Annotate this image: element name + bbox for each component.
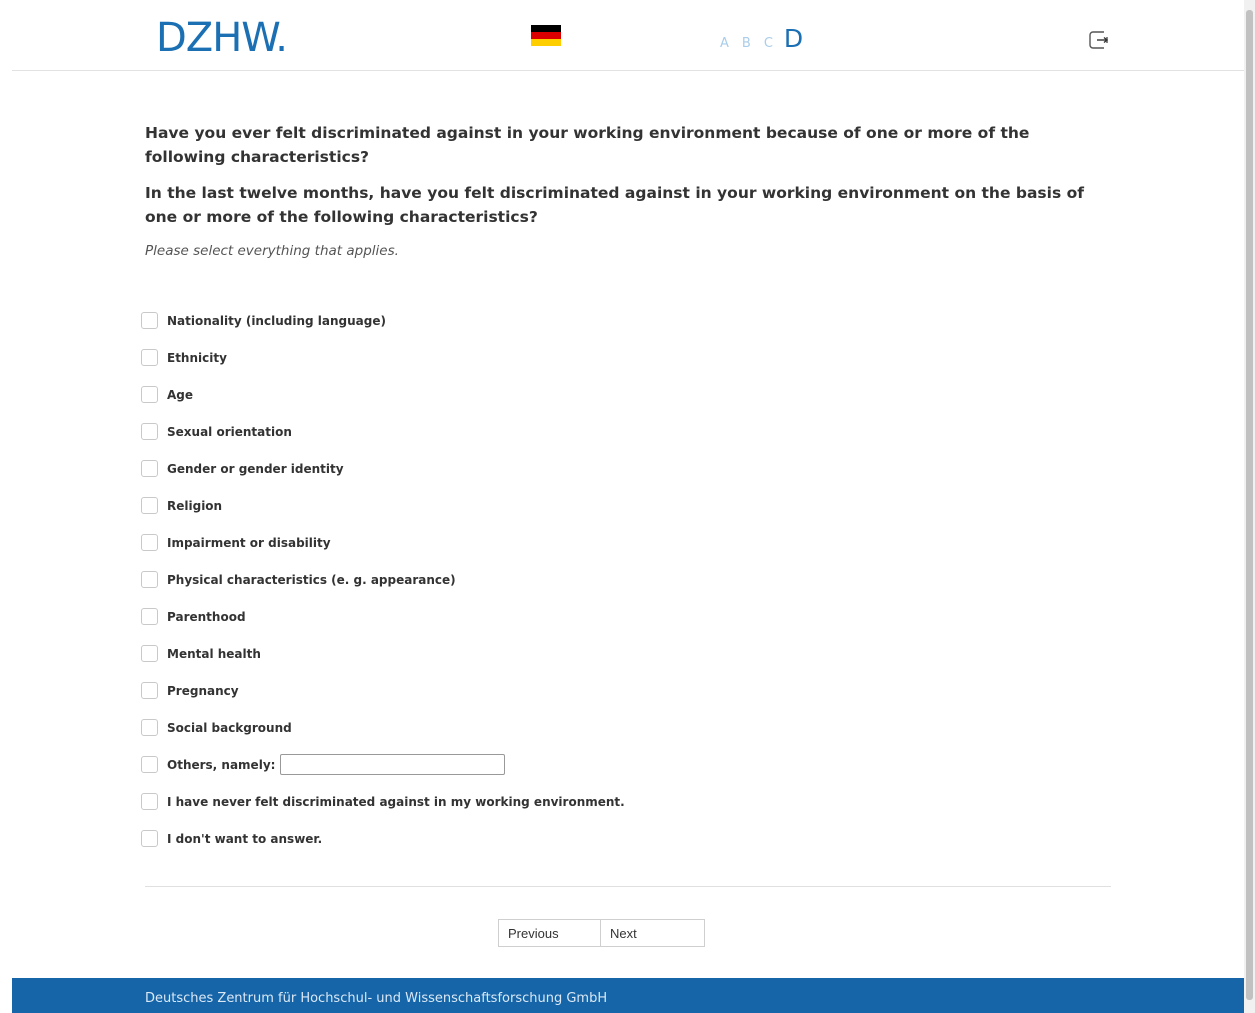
survey-page: DZHW. A B C D Have you ever felt discrim… bbox=[0, 0, 1255, 1013]
checkbox[interactable] bbox=[141, 534, 158, 551]
dzhw-logo[interactable]: DZHW. bbox=[156, 14, 288, 62]
option-never-discriminated[interactable]: I have never felt discriminated against … bbox=[141, 783, 625, 820]
footer-text: Deutsches Zentrum für Hochschul- und Wis… bbox=[145, 991, 608, 1006]
option-parenthood[interactable]: Parenthood bbox=[141, 598, 625, 635]
font-size-b[interactable]: B bbox=[742, 36, 751, 51]
option-pregnancy[interactable]: Pregnancy bbox=[141, 672, 625, 709]
header: DZHW. A B C D bbox=[12, 0, 1244, 71]
previous-button[interactable]: Previous bbox=[498, 919, 601, 947]
german-flag-icon[interactable] bbox=[531, 25, 561, 46]
checkbox[interactable] bbox=[141, 571, 158, 588]
font-size-selector: A B C D bbox=[720, 24, 803, 53]
option-label: Pregnancy bbox=[167, 683, 239, 698]
font-size-c[interactable]: C bbox=[764, 36, 773, 51]
answer-options: Nationality (including language) Ethnici… bbox=[141, 302, 625, 857]
checkbox[interactable] bbox=[141, 682, 158, 699]
option-label: Others, namely: bbox=[167, 757, 276, 772]
option-label: Social background bbox=[167, 720, 292, 735]
checkbox[interactable] bbox=[141, 312, 158, 329]
option-others[interactable]: Others, namely: bbox=[141, 746, 625, 783]
checkbox[interactable] bbox=[141, 460, 158, 477]
option-label: Nationality (including language) bbox=[167, 313, 386, 328]
checkbox[interactable] bbox=[141, 719, 158, 736]
option-gender[interactable]: Gender or gender identity bbox=[141, 450, 625, 487]
option-label: Physical characteristics (e. g. appearan… bbox=[167, 572, 456, 587]
option-label: Age bbox=[167, 387, 194, 402]
scrollbar-thumb[interactable] bbox=[1246, 10, 1253, 1000]
option-mental-health[interactable]: Mental health bbox=[141, 635, 625, 672]
option-age[interactable]: Age bbox=[141, 376, 625, 413]
scrollbar[interactable] bbox=[1244, 0, 1255, 1013]
question-instruction: Please select everything that applies. bbox=[145, 243, 399, 259]
checkbox[interactable] bbox=[141, 608, 158, 625]
divider bbox=[145, 886, 1111, 887]
option-ethnicity[interactable]: Ethnicity bbox=[141, 339, 625, 376]
checkbox[interactable] bbox=[141, 497, 158, 514]
option-label: Parenthood bbox=[167, 609, 246, 624]
option-label: Ethnicity bbox=[167, 350, 227, 365]
option-label: I have never felt discriminated against … bbox=[167, 794, 625, 809]
option-impairment[interactable]: Impairment or disability bbox=[141, 524, 625, 561]
question-title-1: Have you ever felt discriminated against… bbox=[145, 124, 1030, 166]
checkbox[interactable] bbox=[141, 349, 158, 366]
option-physical-characteristics[interactable]: Physical characteristics (e. g. appearan… bbox=[141, 561, 625, 598]
checkbox[interactable] bbox=[141, 423, 158, 440]
option-social-background[interactable]: Social background bbox=[141, 709, 625, 746]
checkbox[interactable] bbox=[141, 830, 158, 847]
logout-icon[interactable] bbox=[1089, 30, 1109, 50]
option-label: Gender or gender identity bbox=[167, 461, 344, 476]
option-nationality[interactable]: Nationality (including language) bbox=[141, 302, 625, 339]
option-religion[interactable]: Religion bbox=[141, 487, 625, 524]
option-label: Mental health bbox=[167, 646, 261, 661]
navigation-buttons: Previous Next bbox=[498, 919, 705, 947]
option-no-answer[interactable]: I don't want to answer. bbox=[141, 820, 625, 857]
checkbox[interactable] bbox=[141, 645, 158, 662]
checkbox[interactable] bbox=[141, 793, 158, 810]
question-title-2: In the last twelve months, have you felt… bbox=[145, 184, 1084, 226]
footer: Deutsches Zentrum für Hochschul- und Wis… bbox=[12, 978, 1244, 1013]
font-size-d[interactable]: D bbox=[784, 24, 803, 53]
option-label: Impairment or disability bbox=[167, 535, 331, 550]
others-text-input[interactable] bbox=[280, 754, 506, 775]
checkbox[interactable] bbox=[141, 756, 158, 773]
checkbox[interactable] bbox=[141, 386, 158, 403]
option-label: Religion bbox=[167, 498, 223, 513]
option-sexual-orientation[interactable]: Sexual orientation bbox=[141, 413, 625, 450]
next-button[interactable]: Next bbox=[601, 919, 705, 947]
option-label: Sexual orientation bbox=[167, 424, 292, 439]
option-label: I don't want to answer. bbox=[167, 831, 323, 846]
font-size-a[interactable]: A bbox=[720, 36, 729, 51]
